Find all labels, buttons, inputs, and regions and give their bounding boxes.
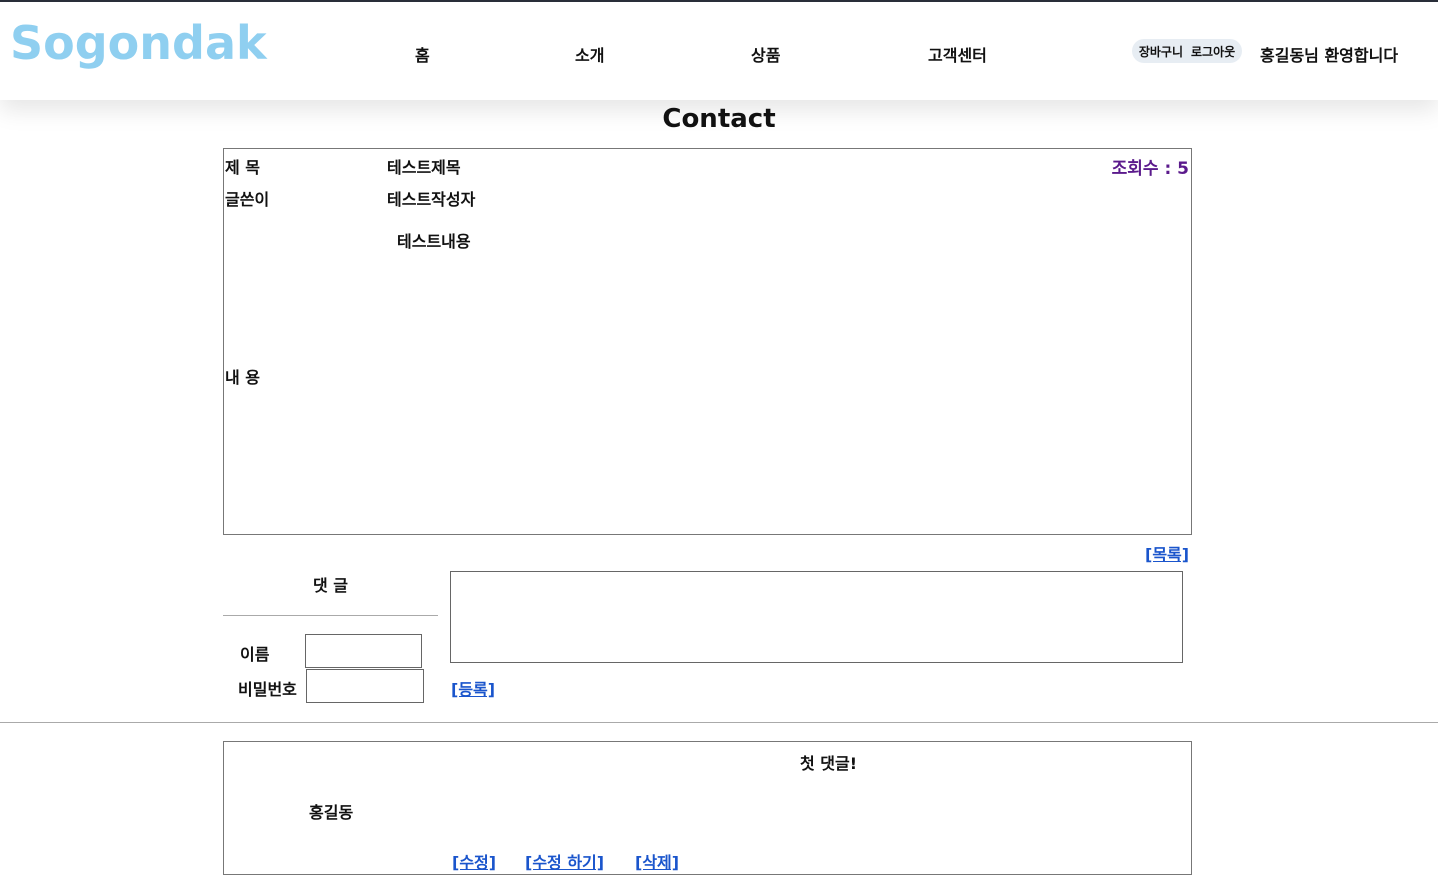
subject-label: 제 목: [225, 158, 261, 177]
nav-about[interactable]: 소개: [575, 42, 604, 66]
subject-value: 테스트제목: [387, 158, 461, 177]
nav-customer-center[interactable]: 고객센터: [928, 42, 987, 66]
name-label: 이름: [240, 645, 270, 664]
list-link[interactable]: [목록]: [1145, 541, 1189, 565]
form-divider: [223, 615, 438, 616]
page-title: Contact: [662, 104, 776, 134]
comment-delete-link[interactable]: [삭제]: [635, 849, 679, 873]
name-input[interactable]: [305, 634, 422, 668]
site-logo[interactable]: Sogondak: [10, 16, 267, 70]
site-header: Sogondak 홈 소개 상품 고객센터 장바구니 로그아웃 홍길동님 환영합…: [0, 2, 1438, 100]
view-count: 조회수 : 5: [1111, 159, 1189, 179]
user-actions-pill: 장바구니 로그아웃: [1132, 39, 1242, 63]
comment-textarea[interactable]: [450, 571, 1183, 663]
author-value: 테스트작성자: [387, 190, 476, 209]
password-label: 비밀번호: [238, 680, 297, 699]
comment-form-label: 댓 글: [312, 576, 348, 595]
page-divider: [0, 722, 1438, 723]
welcome-message: 홍길동님 환영합니다: [1260, 46, 1399, 65]
author-label: 글쓴이: [225, 190, 270, 209]
comment-item: 첫 댓글! 홍길동 [수정] [수정 하기] [삭제]: [223, 741, 1192, 875]
comment-edit-link[interactable]: [수정]: [452, 849, 496, 873]
password-input[interactable]: [306, 669, 424, 703]
comment-edit-submit-link[interactable]: [수정 하기]: [525, 849, 604, 873]
nav-home[interactable]: 홈: [415, 42, 430, 66]
content-value: 테스트내용: [397, 232, 471, 251]
register-comment-link[interactable]: [등록]: [451, 676, 495, 700]
post-detail: 제 목 테스트제목 조회수 : 5 글쓴이 테스트작성자 테스트내용 내 용: [223, 148, 1192, 535]
cart-link[interactable]: 장바구니: [1139, 43, 1183, 60]
nav-products[interactable]: 상품: [751, 42, 780, 66]
comment-text: 첫 댓글!: [800, 754, 858, 773]
logout-link[interactable]: 로그아웃: [1191, 43, 1235, 60]
comment-author: 홍길동: [309, 803, 354, 822]
content-label: 내 용: [225, 368, 261, 387]
